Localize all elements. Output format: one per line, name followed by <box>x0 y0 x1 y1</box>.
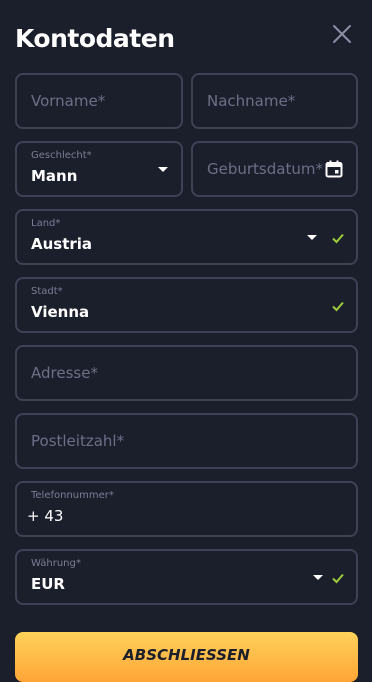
gender-select[interactable]: Geschlecht* Mann <box>15 141 183 197</box>
postal-code-field[interactable]: Postleitzahl* <box>15 413 358 469</box>
birthdate-placeholder: Geburtsdatum* <box>207 160 323 178</box>
gender-label: Geschlecht* <box>31 150 92 161</box>
country-select[interactable]: Land* Austria <box>15 209 358 265</box>
gender-value: Mann <box>31 167 78 185</box>
check-icon <box>332 573 344 584</box>
city-value: Vienna <box>31 303 90 321</box>
currency-label: Währung* <box>31 558 81 569</box>
phone-field[interactable]: Telefonnummer* + 43 <box>15 481 358 537</box>
birthdate-field[interactable]: Geburtsdatum* <box>191 141 358 197</box>
phone-value: + 43 <box>27 507 64 525</box>
postal-code-placeholder: Postleitzahl* <box>31 432 125 450</box>
check-icon <box>332 233 344 244</box>
close-icon[interactable] <box>330 22 354 46</box>
chevron-down-icon <box>307 235 317 240</box>
phone-label: Telefonnummer* <box>31 490 114 501</box>
chevron-down-icon <box>158 167 168 172</box>
check-icon <box>332 301 344 312</box>
last-name-field[interactable]: Nachname* <box>191 73 358 129</box>
calendar-icon[interactable] <box>324 159 344 179</box>
currency-value: EUR <box>31 575 65 593</box>
currency-select[interactable]: Währung* EUR <box>15 549 358 605</box>
first-name-placeholder: Vorname* <box>31 92 106 110</box>
address-placeholder: Adresse* <box>31 364 98 382</box>
chevron-down-icon <box>313 575 323 580</box>
country-label: Land* <box>31 218 61 229</box>
first-name-field[interactable]: Vorname* <box>15 73 183 129</box>
submit-button[interactable]: ABSCHLIESSEN <box>15 632 358 682</box>
country-value: Austria <box>31 235 93 253</box>
page-title: Kontodaten <box>15 24 175 53</box>
city-label: Stadt* <box>31 286 63 297</box>
address-field[interactable]: Adresse* <box>15 345 358 401</box>
last-name-placeholder: Nachname* <box>207 92 296 110</box>
city-field[interactable]: Stadt* Vienna <box>15 277 358 333</box>
